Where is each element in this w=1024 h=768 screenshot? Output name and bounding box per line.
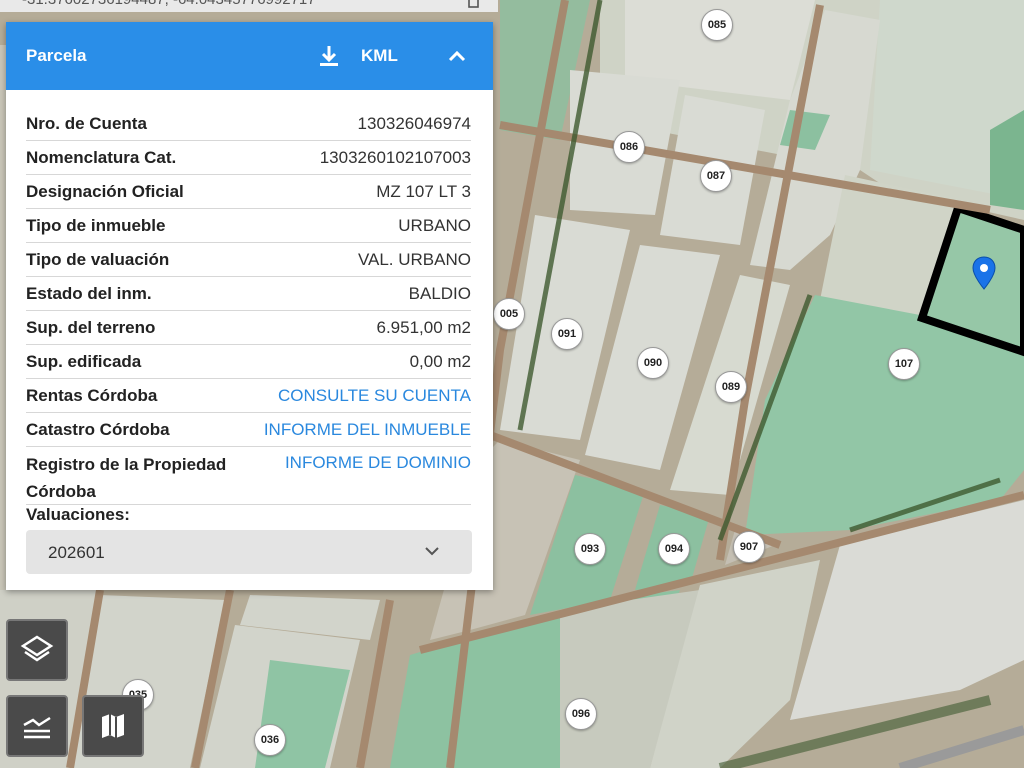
block-label: 005	[493, 298, 525, 330]
valuaciones-label: Valuaciones:	[26, 505, 130, 524]
registro-link[interactable]: INFORME DE DOMINIO	[285, 453, 471, 473]
block-label: 086	[613, 131, 645, 163]
detail-row: Sup. del terreno 6.951,00 m2	[26, 311, 471, 345]
detail-row: Nro. de Cuenta 130326046974	[26, 107, 471, 141]
layer-edit-icon	[23, 716, 51, 739]
detail-row: Estado del inm. BALDIO	[26, 277, 471, 311]
detail-row: Designación Oficial MZ 107 LT 3	[26, 175, 471, 209]
coordinates-bar: -31.37602736194487, -64.04345776992717	[0, 0, 498, 12]
layers-button[interactable]	[6, 619, 68, 681]
detail-label: Sup. del terreno	[26, 317, 156, 337]
detail-value: VAL. URBANO	[357, 249, 471, 269]
block-label: 094	[658, 533, 690, 565]
block-label: 089	[715, 371, 747, 403]
block-label: 085	[701, 9, 733, 41]
rentas-link[interactable]: CONSULTE SU CUENTA	[278, 386, 471, 406]
detail-row: Tipo de valuación VAL. URBANO	[26, 243, 471, 277]
kml-download-button[interactable]: KML	[361, 46, 398, 66]
panel-title: Parcela	[26, 46, 87, 65]
detail-value: MZ 107 LT 3	[376, 181, 471, 201]
detail-label: Designación Oficial	[26, 181, 184, 201]
detail-value: URBANO	[398, 215, 471, 235]
detail-value: 0,00 m2	[409, 351, 471, 371]
location-pin-icon[interactable]	[972, 256, 996, 290]
block-label: 091	[551, 318, 583, 350]
detail-row: Catastro Córdoba INFORME DEL INMUEBLE	[26, 413, 471, 447]
panel-header: Parcela KML	[6, 22, 493, 90]
detail-label: Nomenclatura Cat.	[26, 147, 177, 167]
detail-row: Rentas Córdoba CONSULTE SU CUENTA	[26, 379, 471, 413]
detail-value: BALDIO	[408, 283, 471, 303]
detail-label: Rentas Córdoba	[26, 385, 158, 405]
basemap-button[interactable]	[82, 695, 144, 757]
map-icon	[102, 714, 124, 738]
detail-label: Catastro Córdoba	[26, 419, 170, 439]
layers-icon	[20, 635, 54, 662]
detail-value: 6.951,00 m2	[376, 317, 471, 337]
copy-icon[interactable]	[466, 0, 480, 10]
block-label: 087	[700, 160, 732, 192]
valuaciones-select[interactable]: 202601	[26, 530, 472, 574]
detail-row: Sup. edificada 0,00 m2	[26, 345, 471, 379]
detail-row: Tipo de inmueble URBANO	[26, 209, 471, 243]
detail-label: Nro. de Cuenta	[26, 113, 147, 133]
parcel-info-panel: Parcela KML Nro. de Cuenta 130326046974 …	[6, 22, 493, 590]
detail-value: 130326046974	[357, 113, 471, 133]
detail-label: Tipo de inmueble	[26, 215, 166, 235]
chevron-up-icon[interactable]	[446, 46, 468, 66]
detail-row: Registro de la Propiedad Córdoba INFORME…	[26, 447, 471, 505]
detail-label: Registro de la Propiedad Córdoba	[26, 455, 227, 501]
chevron-down-icon	[425, 547, 439, 556]
block-label: 096	[565, 698, 597, 730]
block-label: 036	[254, 724, 286, 756]
download-icon[interactable]	[318, 44, 340, 68]
detail-row: Nomenclatura Cat. 1303260102107003	[26, 141, 471, 175]
parcel-details: Nro. de Cuenta 130326046974 Nomenclatura…	[26, 107, 471, 505]
detail-label: Tipo de valuación	[26, 249, 170, 269]
coordinates-text: -31.37602736194487, -64.04345776992717	[22, 0, 316, 8]
detail-label: Sup. edificada	[26, 351, 142, 371]
block-label: 093	[574, 533, 606, 565]
detail-value: 1303260102107003	[319, 147, 471, 167]
detail-label: Estado del inm.	[26, 283, 152, 303]
block-label: 107	[888, 348, 920, 380]
layer-edit-button[interactable]	[6, 695, 68, 757]
block-label: 090	[637, 347, 669, 379]
block-label: 907	[733, 531, 765, 563]
valuaciones-selected-value: 202601	[48, 543, 105, 562]
catastro-link[interactable]: INFORME DEL INMUEBLE	[264, 420, 471, 440]
